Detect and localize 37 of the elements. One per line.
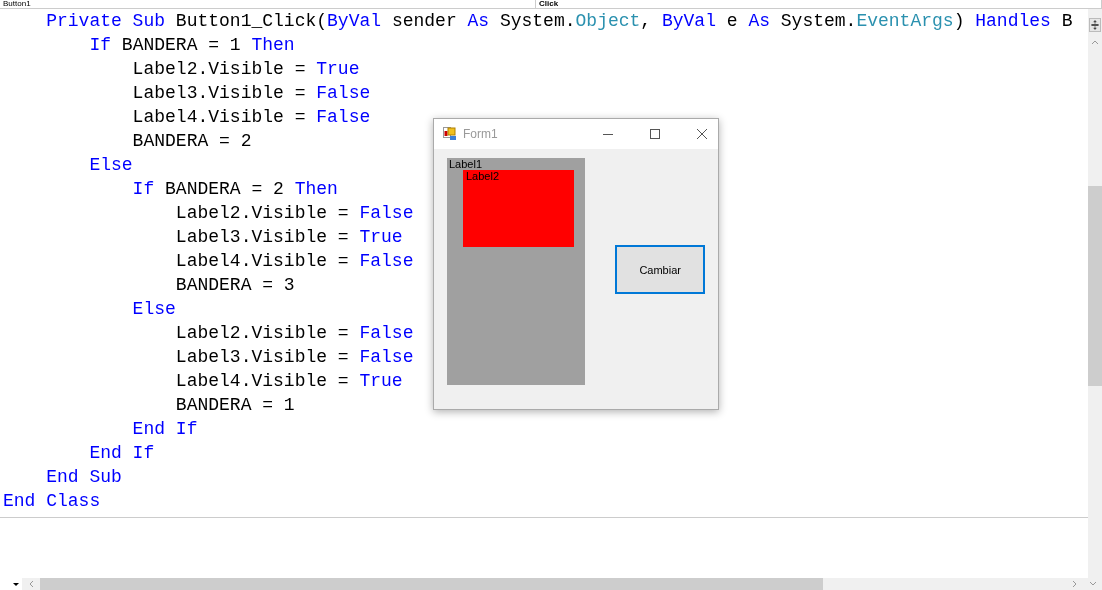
code-line: BANDERA = 3 — [174, 274, 295, 297]
code-line: End Class — [3, 490, 101, 513]
code-line: Label4.Visible = True — [174, 370, 403, 393]
label-text: Label1 — [448, 158, 483, 170]
scroll-thumb[interactable] — [1088, 186, 1102, 386]
code-line: BANDERA = 2 — [131, 130, 252, 153]
code-line: End If — [131, 418, 198, 441]
code-line: Label3.Visible = False — [174, 346, 414, 369]
app-icon — [443, 127, 457, 141]
code-line: Label2.Visible = False — [174, 202, 414, 225]
code-line: Label3.Visible = True — [174, 226, 403, 249]
scroll-up-icon[interactable] — [1090, 38, 1100, 46]
code-line: End Sub — [45, 466, 122, 489]
maximize-icon[interactable] — [649, 128, 661, 140]
code-line: Else — [88, 154, 133, 177]
code-line: Label4.Visible = False — [174, 250, 414, 273]
code-line: End If — [88, 442, 155, 465]
zoom-dropdown[interactable] — [0, 578, 22, 590]
code-line: Else — [131, 298, 176, 321]
object-dropdown[interactable]: Button1 — [0, 0, 536, 8]
caret-icon — [12, 581, 20, 587]
window-title: Form1 — [463, 127, 498, 141]
code-line: Label4.Visible = False — [131, 106, 371, 129]
code-line: If BANDERA = 2 Then — [131, 178, 338, 201]
code-line: Label2.Visible = False — [174, 322, 414, 345]
code-line: BANDERA = 1 — [174, 394, 295, 417]
code-line: Private Sub Button1_Click(ByVal sender As System.Object, ByVal e As System.EventArgs) Handles B — [45, 10, 1073, 33]
code-line: Label3.Visible = False — [131, 82, 371, 105]
code-line: If BANDERA = 1 Then — [88, 34, 295, 57]
close-icon[interactable] — [696, 128, 708, 140]
vertical-scrollbar[interactable] — [1088, 9, 1102, 578]
cambiar-button[interactable]: Cambiar — [615, 245, 705, 294]
label-box: Label2 — [463, 170, 574, 247]
split-icon[interactable] — [1089, 18, 1101, 32]
event-dropdown[interactable]: Click — [536, 0, 1102, 8]
scroll-thumb[interactable] — [40, 578, 823, 590]
code-line: Label2.Visible = True — [131, 58, 360, 81]
